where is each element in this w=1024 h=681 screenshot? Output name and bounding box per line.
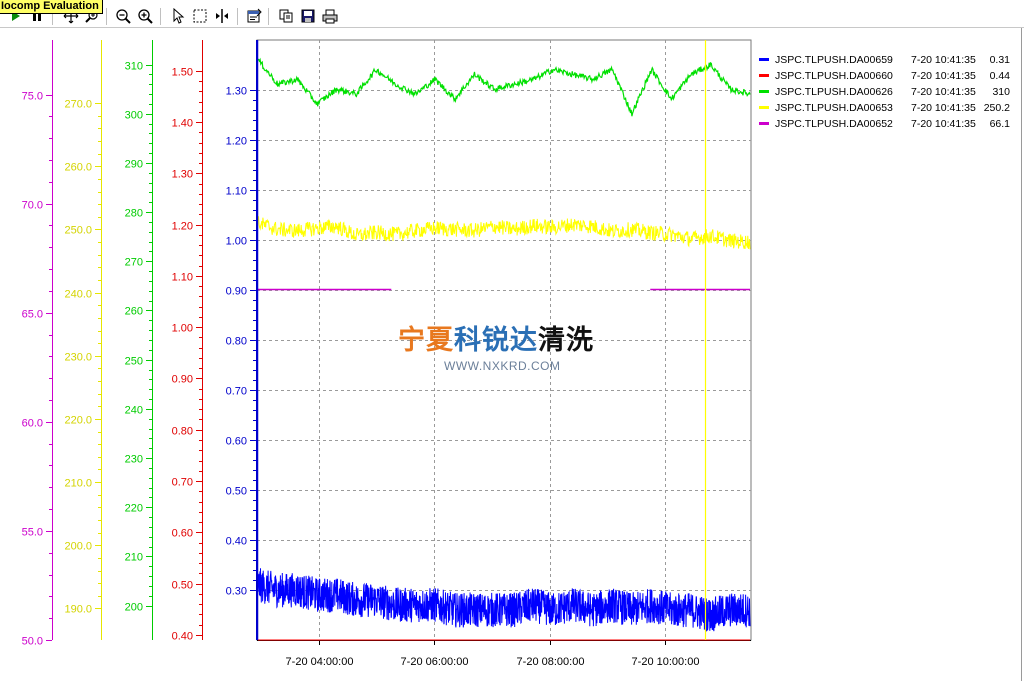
y-tick-label: 1.50 [172, 67, 193, 79]
y-tick-label: 60.0 [22, 418, 43, 430]
y-tick-label: 200.0 [64, 541, 92, 553]
y-tick-label: 240 [125, 405, 143, 417]
y-tick-label: 260.0 [64, 162, 92, 174]
y-tick-label: 210 [125, 552, 143, 564]
y-tick-label: 1.40 [172, 118, 193, 130]
y-tick-label: 0.70 [172, 477, 193, 489]
y-tick-label: 1.30 [172, 169, 193, 181]
y-tick-label: 75.0 [22, 91, 43, 103]
trend-viewer-window: Iocomp Evaluation 7-20 04:00:00 7-20 06:0… [0, 0, 1024, 681]
y-tick-label: 270 [125, 257, 143, 269]
y-tick-label: 0.90 [226, 286, 247, 298]
y-tick-label: 190.0 [64, 604, 92, 616]
legend-value: 66.1 [989, 118, 1010, 130]
y-axis-blue: 0.30 0.40 0.50 0.60 0.70 0.80 0.90 1.00 1.10 1.20… [226, 40, 257, 640]
y-tick-label: 0.70 [226, 386, 247, 398]
legend-value: 0.44 [989, 70, 1010, 82]
legend-time: 7-20 10:41:35 [911, 70, 976, 82]
y-tick-label: 1.00 [226, 236, 247, 248]
watermark: 宁夏科锐达清洗 WWW.NXKRD.COM [398, 318, 638, 388]
legend-series-name: JSPC.TLPUSH.DA00660 [775, 70, 893, 82]
legend-series-name: JSPC.TLPUSH.DA00659 [775, 54, 893, 66]
legend-value: 310 [992, 86, 1010, 98]
y-tick-label: 0.40 [226, 536, 247, 548]
y-tick-label: 240.0 [64, 289, 92, 301]
y-tick-label: 280 [125, 208, 143, 220]
y-tick-label: 0.50 [226, 486, 247, 498]
y-tick-label: 270.0 [64, 99, 92, 111]
watermark-title-part: 清洗 [538, 325, 594, 356]
x-tick-label: 7-20 08:00:00 [517, 656, 585, 668]
y-tick-label: 250.0 [64, 225, 92, 237]
y-tick-label: 1.30 [226, 86, 247, 98]
y-tick-label: 1.20 [172, 221, 193, 233]
legend-series-name: JSPC.TLPUSH.DA00626 [775, 86, 893, 98]
watermark-title-part: 科锐达 [454, 325, 538, 356]
y-tick-label: 0.80 [226, 336, 247, 348]
legend-series-name: JSPC.TLPUSH.DA00653 [775, 102, 893, 114]
y-tick-label: 290 [125, 159, 143, 171]
y-tick-label: 260 [125, 306, 143, 318]
y-tick-label: 1.20 [226, 136, 247, 148]
legend: JSPC.TLPUSH.DA00659 7-20 10:41:35 0.31 J… [756, 52, 1018, 132]
y-tick-label: 300 [125, 110, 143, 122]
legend-swatch [759, 74, 769, 77]
legend-time: 7-20 10:41:35 [911, 54, 976, 66]
legend-swatch [759, 90, 769, 93]
y-tick-label: 220.0 [64, 415, 92, 427]
legend-swatch [759, 58, 769, 61]
legend-item[interactable]: JSPC.TLPUSH.DA00652 7-20 10:41:35 66.1 [756, 116, 1018, 132]
y-axis-red: 0.40 0.50 0.60 0.70 0.80 0.90 1.00 1.10 1.20 1.30… [172, 40, 203, 643]
y-axis-green: 200 210 220 230 240 250 260 270 280 290 300 310 [125, 40, 153, 640]
y-tick-label: 230.0 [64, 352, 92, 364]
y-tick-label: 1.10 [172, 272, 193, 284]
y-tick-label: 1.10 [226, 186, 247, 198]
y-axis-yellow: 190.0 200.0 210.0 220.0 230.0 240.0 250.0 260.0… [64, 40, 102, 640]
legend-time: 7-20 10:41:35 [911, 86, 976, 98]
legend-series-name: JSPC.TLPUSH.DA00652 [775, 118, 893, 130]
legend-value: 0.31 [989, 54, 1010, 66]
y-tick-label: 1.00 [172, 323, 193, 335]
y-tick-label: 70.0 [22, 200, 43, 212]
y-tick-label: 200 [125, 602, 143, 614]
legend-swatch [759, 122, 769, 125]
y-tick-label: 0.50 [172, 580, 193, 592]
y-tick-label: 0.60 [172, 528, 193, 540]
y-tick-label: 50.0 [22, 636, 43, 648]
legend-item[interactable]: JSPC.TLPUSH.DA00659 7-20 10:41:35 0.31 [756, 52, 1018, 68]
y-axis-magenta: 50.0 55.0 60.0 65.0 70.0 75.0 [22, 40, 53, 648]
y-tick-label: 230 [125, 454, 143, 466]
legend-value: 250.2 [983, 102, 1010, 114]
legend-item[interactable]: JSPC.TLPUSH.DA00626 7-20 10:41:35 310 [756, 84, 1018, 100]
y-tick-label: 0.80 [172, 426, 193, 438]
watermark-title: 宁夏科锐达清洗 [398, 318, 594, 357]
legend-time: 7-20 10:41:35 [911, 118, 976, 130]
y-tick-label: 65.0 [22, 309, 43, 321]
y-tick-label: 0.60 [226, 436, 247, 448]
watermark-title-part: 宁夏 [398, 325, 454, 356]
x-tick-label: 7-20 04:00:00 [286, 656, 354, 668]
y-tick-label: 0.40 [172, 631, 193, 643]
y-tick-label: 310 [125, 61, 143, 73]
y-tick-label: 0.30 [226, 586, 247, 598]
y-tick-label: 250 [125, 356, 143, 368]
y-tick-label: 0.90 [172, 374, 193, 386]
legend-time: 7-20 10:41:35 [911, 102, 976, 114]
x-tick-label: 7-20 06:00:00 [401, 656, 469, 668]
watermark-url: WWW.NXKRD.COM [444, 359, 561, 373]
x-tick-label: 7-20 10:00:00 [632, 656, 700, 668]
legend-swatch [759, 106, 769, 109]
y-tick-label: 55.0 [22, 527, 43, 539]
legend-item[interactable]: JSPC.TLPUSH.DA00653 7-20 10:41:35 250.2 [756, 100, 1018, 116]
y-tick-label: 220 [125, 503, 143, 515]
y-tick-label: 210.0 [64, 478, 92, 490]
window-right-border [1021, 28, 1022, 681]
legend-item[interactable]: JSPC.TLPUSH.DA00660 7-20 10:41:35 0.44 [756, 68, 1018, 84]
